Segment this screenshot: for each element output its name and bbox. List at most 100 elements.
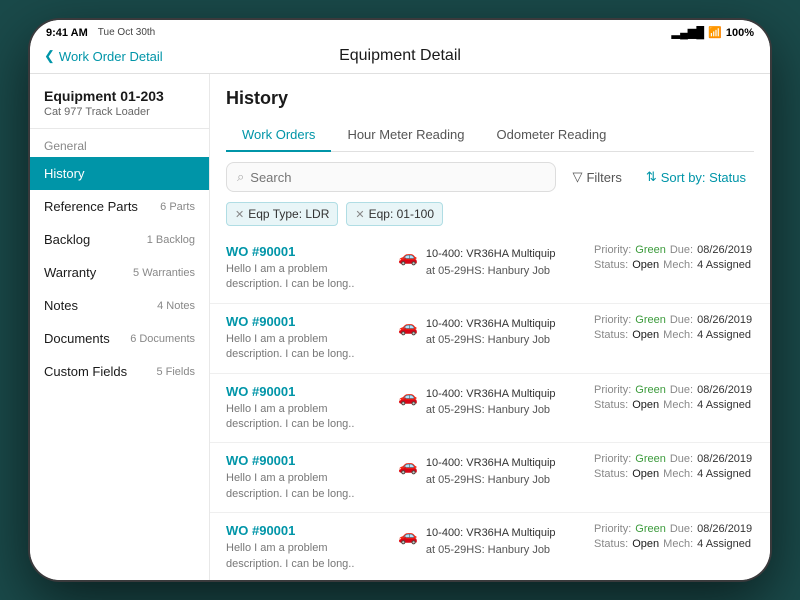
equipment-id: Equipment 01-203 — [44, 88, 195, 104]
wo-middle-4: 🚗 10-400: VR36HA Multiquip at 05-29HS: H… — [398, 453, 582, 502]
wo-desc-4: Hello I am a problem description. I can … — [226, 471, 386, 502]
table-row[interactable]: WO #90001 Hello I am a problem descripti… — [210, 304, 770, 374]
table-row[interactable]: WO #90001 Hello I am a problem descripti… — [210, 443, 770, 513]
search-input[interactable] — [250, 170, 545, 185]
content-area: History Work Orders Hour Meter Reading O… — [210, 74, 770, 580]
tab-bar: Work Orders Hour Meter Reading Odometer … — [226, 119, 754, 152]
sidebar-item-documents[interactable]: Documents 6 Documents — [30, 322, 209, 355]
chip-close-icon-2[interactable]: ✕ — [355, 208, 364, 221]
sidebar-item-reference-parts[interactable]: Reference Parts 6 Parts — [30, 190, 209, 223]
filter-button[interactable]: ▽ Filters — [564, 163, 629, 191]
equipment-icon-4: 🚗 — [398, 456, 418, 476]
tab-odometer[interactable]: Odometer Reading — [481, 119, 623, 152]
wo-middle-3: 🚗 10-400: VR36HA Multiquip at 05-29HS: H… — [398, 384, 582, 433]
work-orders-list: WO #90001 Hello I am a problem descripti… — [210, 234, 770, 580]
content-title: History — [226, 88, 754, 109]
equipment-icon-3: 🚗 — [398, 387, 418, 407]
chip-close-icon[interactable]: ✕ — [235, 208, 244, 221]
back-label: Work Order Detail — [59, 49, 163, 64]
sidebar-section-label: General — [30, 129, 209, 157]
table-row[interactable]: WO #90001 Hello I am a problem descripti… — [210, 374, 770, 444]
wo-left-3: WO #90001 Hello I am a problem descripti… — [226, 384, 386, 433]
content-header: History Work Orders Hour Meter Reading O… — [210, 74, 770, 152]
wo-left-1: WO #90001 Hello I am a problem descripti… — [226, 244, 386, 293]
sidebar-item-notes[interactable]: Notes 4 Notes — [30, 289, 209, 322]
sidebar-warranty-label: Warranty — [44, 265, 96, 280]
wo-right-4: Priority: Green Due: 08/26/2019 Status: … — [594, 453, 754, 502]
back-button[interactable]: ❮ Work Order Detail — [44, 48, 163, 64]
search-box[interactable]: ⌕ — [226, 162, 556, 192]
wo-number-2: WO #90001 — [226, 314, 386, 329]
tab-work-orders[interactable]: Work Orders — [226, 119, 331, 152]
wo-equipment-5: 10-400: VR36HA Multiquip at 05-29HS: Han… — [426, 525, 556, 558]
nav-bar: ❮ Work Order Detail Equipment Detail — [30, 43, 770, 74]
main-layout: Equipment 01-203 Cat 977 Track Loader Ge… — [30, 74, 770, 580]
table-row[interactable]: WO #90001 Hello I am a problem descripti… — [210, 513, 770, 580]
status-icons: ▂▄▆█ 📶 100% — [672, 26, 754, 39]
wo-number-1: WO #90001 — [226, 244, 386, 259]
wo-left-5: WO #90001 Hello I am a problem descripti… — [226, 523, 386, 572]
filter-chip-eqp-num[interactable]: ✕ Eqp: 01-100 — [346, 202, 443, 226]
sidebar-notes-label: Notes — [44, 298, 78, 313]
sidebar-item-custom-fields[interactable]: Custom Fields 5 Fields — [30, 355, 209, 388]
sort-button[interactable]: ⇅ Sort by: Status — [638, 163, 754, 191]
wo-right-1: Priority: Green Due: 08/26/2019 Status: … — [594, 244, 754, 293]
search-icon: ⌕ — [237, 169, 244, 185]
chip-eqp-type-label: Eqp Type: LDR — [248, 207, 329, 221]
sidebar: Equipment 01-203 Cat 977 Track Loader Ge… — [30, 74, 210, 580]
sidebar-item-backlog[interactable]: Backlog 1 Backlog — [30, 223, 209, 256]
equipment-icon-5: 🚗 — [398, 526, 418, 546]
status-date: Tue Oct 30th — [98, 27, 155, 38]
wo-middle-2: 🚗 10-400: VR36HA Multiquip at 05-29HS: H… — [398, 314, 582, 363]
wo-equipment-1: 10-400: VR36HA Multiquip at 05-29HS: Han… — [426, 246, 556, 279]
sidebar-backlog-label: Backlog — [44, 232, 90, 247]
wo-desc-3: Hello I am a problem description. I can … — [226, 402, 386, 433]
filter-chips: ✕ Eqp Type: LDR ✕ Eqp: 01-100 — [210, 202, 770, 234]
sidebar-docs-badge: 6 Documents — [130, 333, 195, 345]
wo-left-2: WO #90001 Hello I am a problem descripti… — [226, 314, 386, 363]
wo-right-2: Priority: Green Due: 08/26/2019 Status: … — [594, 314, 754, 363]
wo-left-4: WO #90001 Hello I am a problem descripti… — [226, 453, 386, 502]
wo-desc-1: Hello I am a problem description. I can … — [226, 262, 386, 293]
filter-icon: ▽ — [572, 169, 582, 185]
wo-middle-5: 🚗 10-400: VR36HA Multiquip at 05-29HS: H… — [398, 523, 582, 572]
sidebar-backlog-badge: 1 Backlog — [147, 234, 195, 246]
sidebar-item-warranty[interactable]: Warranty 5 Warranties — [30, 256, 209, 289]
wifi-icon: 📶 — [708, 26, 722, 39]
sort-icon: ⇅ — [646, 169, 657, 185]
chevron-left-icon: ❮ — [44, 48, 55, 64]
sidebar-custom-badge: 5 Fields — [156, 366, 195, 378]
sidebar-header: Equipment 01-203 Cat 977 Track Loader — [30, 74, 209, 129]
wo-equipment-2: 10-400: VR36HA Multiquip at 05-29HS: Han… — [426, 316, 556, 349]
table-row[interactable]: WO #90001 Hello I am a problem descripti… — [210, 234, 770, 304]
filter-chip-eqp-type[interactable]: ✕ Eqp Type: LDR — [226, 202, 338, 226]
device-frame: 9:41 AM Tue Oct 30th ▂▄▆█ 📶 100% ❮ Work … — [30, 20, 770, 580]
wo-equipment-4: 10-400: VR36HA Multiquip at 05-29HS: Han… — [426, 455, 556, 488]
filter-label: Filters — [586, 170, 621, 185]
wo-desc-5: Hello I am a problem description. I can … — [226, 541, 386, 572]
signal-icon: ▂▄▆█ — [672, 26, 705, 39]
chip-eqp-num-label: Eqp: 01-100 — [369, 207, 434, 221]
equipment-icon-1: 🚗 — [398, 247, 418, 267]
wo-equipment-3: 10-400: VR36HA Multiquip at 05-29HS: Han… — [426, 386, 556, 419]
equipment-name: Cat 977 Track Loader — [44, 106, 195, 118]
sort-label: Sort by: Status — [661, 170, 746, 185]
sidebar-custom-label: Custom Fields — [44, 364, 127, 379]
nav-title: Equipment Detail — [339, 47, 461, 65]
wo-middle-1: 🚗 10-400: VR36HA Multiquip at 05-29HS: H… — [398, 244, 582, 293]
wo-desc-2: Hello I am a problem description. I can … — [226, 332, 386, 363]
wo-right-5: Priority: Green Due: 08/26/2019 Status: … — [594, 523, 754, 572]
status-time: 9:41 AM — [46, 27, 88, 39]
search-filter-bar: ⌕ ▽ Filters ⇅ Sort by: Status — [210, 152, 770, 202]
tab-hour-meter[interactable]: Hour Meter Reading — [331, 119, 480, 152]
equipment-icon-2: 🚗 — [398, 317, 418, 337]
sidebar-history-label: History — [44, 166, 84, 181]
sidebar-refparts-label: Reference Parts — [44, 199, 138, 214]
battery-icon: 100% — [726, 27, 754, 39]
wo-number-5: WO #90001 — [226, 523, 386, 538]
sidebar-warranty-badge: 5 Warranties — [133, 267, 195, 279]
sidebar-notes-badge: 4 Notes — [157, 300, 195, 312]
wo-number-4: WO #90001 — [226, 453, 386, 468]
status-bar: 9:41 AM Tue Oct 30th ▂▄▆█ 📶 100% — [30, 20, 770, 43]
sidebar-item-history[interactable]: History — [30, 157, 209, 190]
